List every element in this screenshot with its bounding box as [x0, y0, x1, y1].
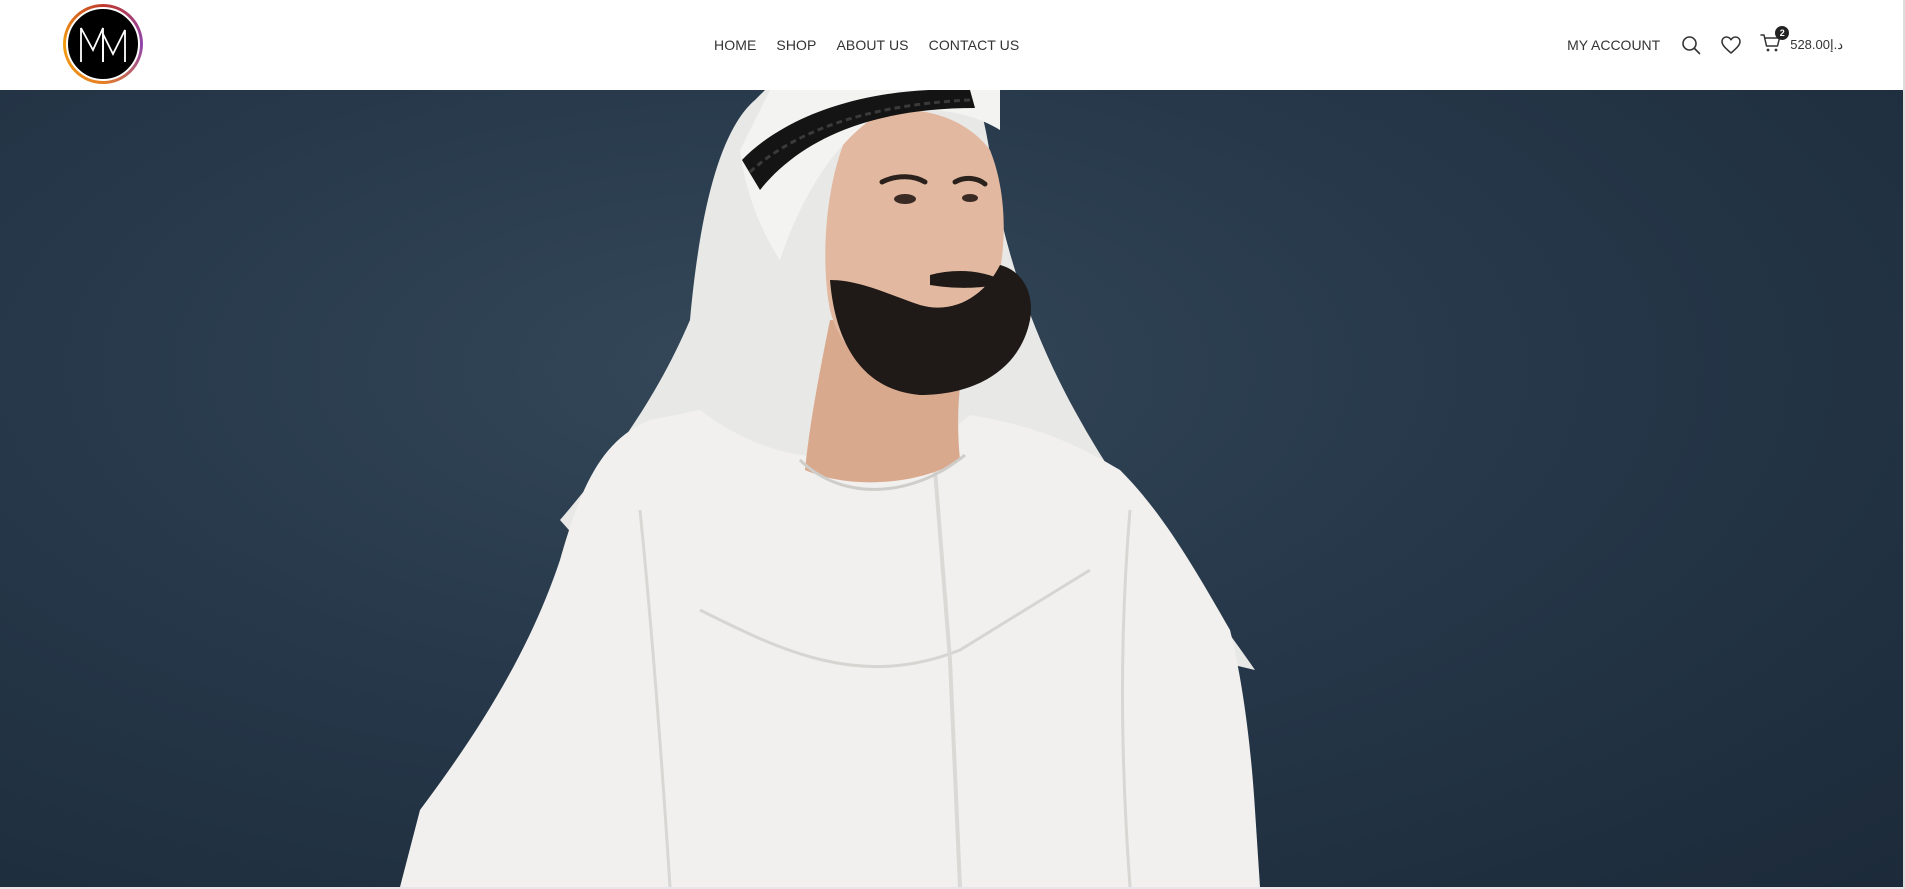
- heart-icon[interactable]: [1720, 34, 1742, 56]
- logo-mark: [66, 7, 140, 81]
- site-header: HOME SHOP ABOUT US CONTACT US MY ACCOUNT: [0, 0, 1905, 90]
- cart-widget[interactable]: 2 528.00د.إ: [1760, 25, 1843, 58]
- main-navigation: HOME SHOP ABOUT US CONTACT US: [704, 0, 1029, 90]
- nav-contact-us[interactable]: CONTACT US: [919, 37, 1030, 53]
- my-account-link[interactable]: MY ACCOUNT: [1567, 37, 1660, 53]
- hero-banner: [0, 90, 1905, 887]
- cart-count-badge: 2: [1775, 25, 1790, 40]
- logo-mm-icon: [80, 27, 126, 62]
- header-tools: MY ACCOUNT 2 528.00د.إ: [1567, 0, 1843, 90]
- hero-man-illustration: [400, 90, 1260, 887]
- cart-total: 528.00د.إ: [1790, 37, 1843, 52]
- search-icon[interactable]: [1680, 34, 1702, 56]
- nav-shop[interactable]: SHOP: [766, 37, 826, 53]
- nav-about-us[interactable]: ABOUT US: [826, 37, 918, 53]
- site-logo[interactable]: [63, 4, 143, 84]
- nav-home[interactable]: HOME: [704, 37, 766, 53]
